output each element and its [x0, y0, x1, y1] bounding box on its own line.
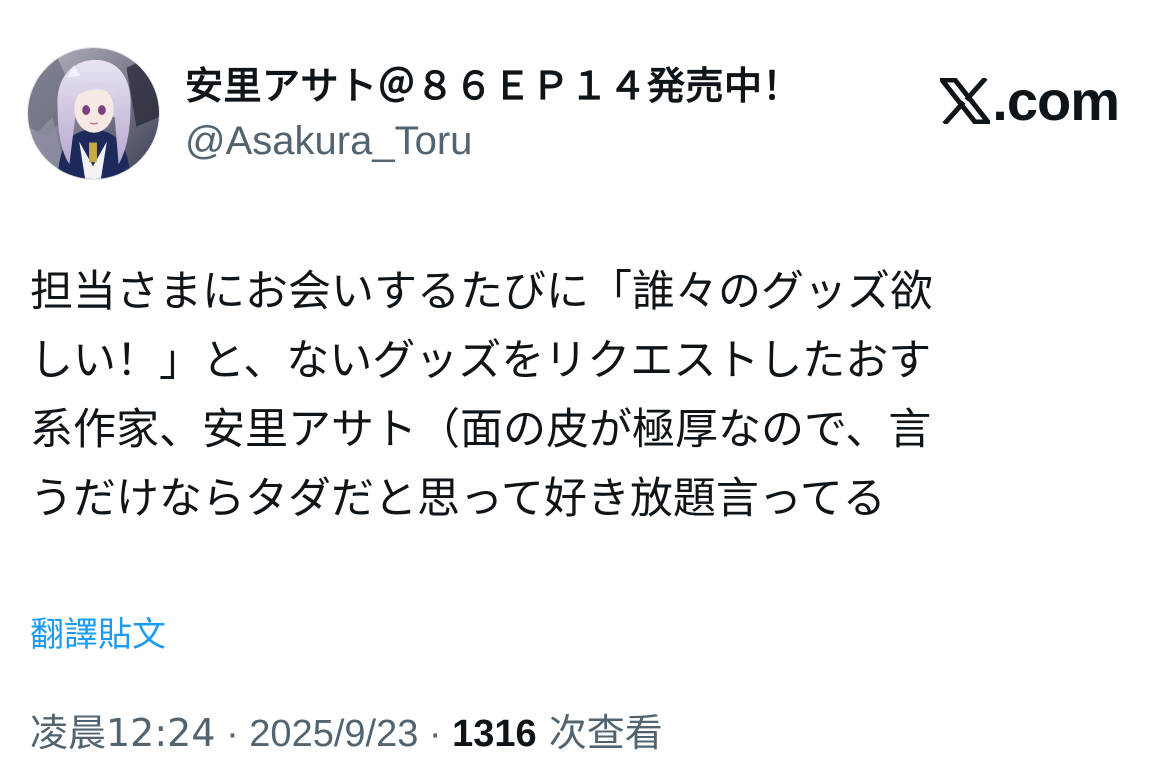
avatar-image: [28, 48, 159, 179]
meta-separator: ·: [418, 713, 453, 755]
author-avatar[interactable]: [27, 47, 160, 180]
tweet-line: 系作家、安里アサト（面の皮が極厚なので、言: [30, 405, 932, 455]
tweet-line: しい！」と、ないグッズをリクエストしたおす: [30, 336, 932, 386]
author-handle[interactable]: @Asakura_Toru: [185, 115, 925, 167]
brand-domain-text: .com: [992, 69, 1120, 132]
views-label: 次查看: [536, 711, 663, 755]
tweet-meta: 凌晨12:24 · 2025/9/23 · 1316 次查看: [30, 710, 663, 757]
tweet-header: 安里アサト＠８６ＥＰ１４発売中！ @Asakura_Toru .com: [27, 47, 1143, 183]
tweet-text: 担当さまにお会いするたびに「誰々のグッズ欲 しい！」と、ないグッズをリクエストし…: [30, 258, 1140, 534]
author-names: 安里アサト＠８６ＥＰ１４発売中！ @Asakura_Toru: [185, 61, 925, 167]
tweet-date[interactable]: 2025/9/23: [249, 713, 418, 755]
tweet-line: 担当さまにお会いするたびに「誰々のグッズ欲: [30, 267, 933, 317]
author-display-name[interactable]: 安里アサト＠８６ＥＰ１４発売中！: [185, 61, 925, 111]
tweet-line: うだけならタダだと思って好き放題言ってる: [30, 474, 886, 524]
meta-separator: ·: [215, 713, 250, 755]
views-count[interactable]: 1316: [452, 713, 537, 755]
tweet-time[interactable]: 凌晨12:24: [30, 711, 216, 755]
x-brand[interactable]: .com: [940, 69, 1120, 132]
x-logo-icon: [940, 78, 991, 124]
translate-post-link[interactable]: 翻譯貼文: [30, 612, 166, 658]
